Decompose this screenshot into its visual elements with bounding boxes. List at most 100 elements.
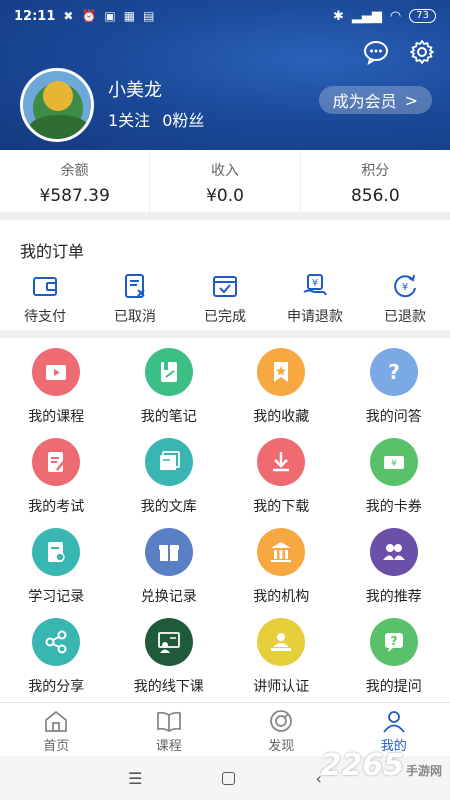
followers-count[interactable]: 0粉丝 [162, 107, 204, 131]
stat-label: 积分 [361, 163, 390, 179]
grid-label: 我的卡券 [365, 499, 422, 515]
exchange-record-icon [144, 528, 193, 576]
grid-label: 我的考试 [28, 499, 85, 515]
notes-icon [144, 348, 193, 396]
stat-points[interactable]: 积分 856.0 [301, 150, 450, 212]
avatar-shape [43, 81, 73, 111]
orders-section: 我的订单 待支付 已取消 已完成 ¥ 申请退款 ¥ 已退款 [0, 220, 450, 330]
status-right: ✱ ▂▄▆ ◠ 73 [333, 9, 436, 24]
institution-icon [257, 528, 306, 576]
section-divider [0, 330, 450, 338]
grid-label: 我的下载 [253, 499, 310, 515]
watermark: 2265 手游网 [320, 748, 442, 783]
signal-icon: ▂▄▆ [351, 8, 382, 24]
home-icon [45, 710, 68, 732]
chevron-right-icon: > [404, 90, 418, 110]
nav-label: 课程 [155, 739, 182, 754]
library-icon [144, 438, 193, 486]
following-count[interactable]: 1关注 [108, 107, 150, 131]
order-pending-payment[interactable]: 待支付 [0, 272, 90, 326]
qa-icon: ? [369, 348, 418, 396]
grid-item-my-exams[interactable]: 我的考试 [0, 438, 113, 528]
stat-income[interactable]: 收入 ¥0.0 [150, 150, 301, 212]
status-bar: 12:11 ✖ ⏰ ▣ ▦ ▤ ✱ ▂▄▆ ◠ 73 [0, 0, 450, 32]
follow-stats: 1关注 0粉丝 [108, 107, 204, 131]
alarm-icon: ⏰ [81, 9, 97, 23]
grid-item-my-qa[interactable]: ? 我的问答 [338, 348, 450, 438]
section-divider [0, 212, 450, 220]
book-icon [156, 711, 181, 733]
home-square-icon[interactable] [222, 771, 236, 785]
grid-item-my-recommendations[interactable]: 我的推荐 [338, 528, 450, 618]
grid-item-my-coupons[interactable]: ¥ 我的卡券 [338, 438, 450, 528]
refunded-icon: ¥ [394, 274, 416, 298]
wallet-icon [33, 277, 57, 296]
grid-item-my-institution[interactable]: 我的机构 [225, 528, 338, 618]
study-record-icon [32, 528, 81, 576]
bluetooth-icon: ✱ [333, 8, 344, 24]
grid-label: 兑换记录 [140, 589, 197, 605]
offline-course-icon [144, 618, 193, 666]
grid-item-my-shares[interactable]: 我的分享 [0, 618, 113, 708]
stat-value: ¥0.0 [206, 186, 244, 206]
nav-label: 首页 [43, 739, 70, 754]
nav-home[interactable]: 首页 [0, 703, 113, 756]
stat-label: 收入 [210, 163, 239, 179]
order-refunded[interactable]: ¥ 已退款 [360, 272, 450, 326]
svg-text:¥: ¥ [312, 278, 318, 289]
svg-text:¥: ¥ [402, 282, 408, 293]
recommend-icon [369, 528, 418, 576]
grid-label: 我的笔记 [140, 409, 197, 425]
app-notice-icon-2: ▤ [143, 9, 155, 23]
grid-item-my-questions[interactable]: ? 我的提问 [338, 618, 450, 708]
svg-text:?: ? [388, 360, 400, 384]
member-button-label: 成为会员 [332, 92, 397, 111]
settings-gear-icon[interactable] [408, 38, 436, 66]
order-refund-request[interactable]: ¥ 申请退款 [270, 272, 360, 326]
status-time: 12:11 [14, 8, 56, 24]
cancel-doc-icon [125, 274, 145, 298]
stat-balance[interactable]: 余额 ¥587.39 [0, 150, 151, 212]
watermark-site: 手游网 [405, 764, 442, 778]
svg-text:?: ? [390, 634, 397, 648]
download-icon [257, 438, 306, 486]
grid-item-my-favorites[interactable]: 我的收藏 [225, 348, 338, 438]
order-status-row: 待支付 已取消 已完成 ¥ 申请退款 ¥ 已退款 [0, 272, 450, 326]
feature-grid: 我的课程 我的笔记 我的收藏 ? 我的问答 我的考试 我的文库 我的下载 ¥ 我… [0, 338, 450, 702]
nav-courses[interactable]: 课程 [113, 703, 226, 756]
grid-item-my-downloads[interactable]: 我的下载 [225, 438, 338, 528]
order-cancelled[interactable]: 已取消 [90, 272, 180, 326]
favorite-icon [257, 348, 306, 396]
grid-item-exchange-records[interactable]: 兑换记录 [113, 528, 226, 618]
grid-label: 我的课程 [28, 409, 85, 425]
grid-label: 学习记录 [28, 589, 85, 605]
grid-item-study-records[interactable]: 学习记录 [0, 528, 113, 618]
grid-label: 讲师认证 [253, 679, 310, 695]
battery-icon: 73 [409, 9, 436, 23]
chat-icon[interactable] [362, 38, 390, 66]
discover-icon [270, 710, 293, 732]
grid-item-my-offline-courses[interactable]: 我的线下课 [113, 618, 226, 708]
grid-item-my-library[interactable]: 我的文库 [113, 438, 226, 528]
menu-icon[interactable]: ☰ [128, 769, 142, 788]
nav-label: 发现 [268, 739, 295, 754]
avatar[interactable] [20, 68, 94, 142]
order-label: 已退款 [384, 309, 426, 325]
question-icon: ? [369, 618, 418, 666]
exam-icon [32, 438, 81, 486]
order-completed[interactable]: 已完成 [180, 272, 270, 326]
grid-label: 我的推荐 [365, 589, 422, 605]
profile-header: 12:11 ✖ ⏰ ▣ ▦ ▤ ✱ ▂▄▆ ◠ 73 小美龙 1关注 0粉丝 成… [0, 0, 450, 150]
stat-value: 856.0 [350, 186, 400, 206]
app-notice-icon: ▦ [123, 9, 136, 23]
refund-request-icon: ¥ [303, 274, 327, 296]
become-member-button[interactable]: 成为会员 > [318, 86, 432, 114]
grid-item-my-notes[interactable]: 我的笔记 [113, 348, 226, 438]
lecturer-cert-icon [257, 618, 306, 666]
grid-item-lecturer-certification[interactable]: 讲师认证 [225, 618, 338, 708]
username[interactable]: 小美龙 [108, 76, 162, 102]
grid-label: 我的收藏 [253, 409, 310, 425]
order-label: 已完成 [204, 309, 246, 325]
grid-item-my-courses[interactable]: 我的课程 [0, 348, 113, 438]
order-label: 待支付 [24, 309, 66, 325]
